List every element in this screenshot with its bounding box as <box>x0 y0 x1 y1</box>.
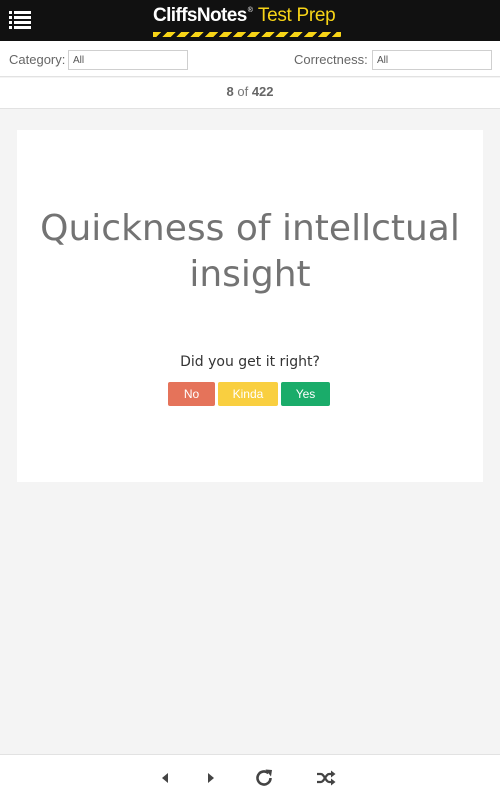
counter-total: 422 <box>251 84 274 99</box>
bottom-toolbar <box>0 754 500 800</box>
counter-current: 8 <box>226 84 234 99</box>
flashcard-term: Quickness of intellctual insight <box>40 208 460 295</box>
previous-icon[interactable] <box>154 766 178 790</box>
filter-bar: Category: All Correctness: All <box>0 41 500 77</box>
counter-of: of <box>237 84 249 99</box>
brand-stripe <box>153 32 341 37</box>
refresh-icon[interactable] <box>252 766 276 790</box>
card-counter: 8 of 422 <box>0 78 500 109</box>
brand-name: CliffsNotes <box>153 5 247 26</box>
kinda-button[interactable]: Kinda <box>218 382 278 406</box>
category-select[interactable]: All <box>68 50 188 70</box>
no-button[interactable]: No <box>168 382 215 406</box>
flashcard[interactable]: Quickness of intellctual insight Did you… <box>17 130 483 482</box>
next-icon[interactable] <box>198 766 222 790</box>
correctness-select[interactable]: All <box>372 50 492 70</box>
yes-button[interactable]: Yes <box>281 382 330 406</box>
hamburger-menu-icon[interactable] <box>9 10 31 30</box>
brand-logo: CliffsNotes ® Test Prep <box>153 5 341 37</box>
self-assessment-question: Did you get it right? <box>180 354 320 370</box>
top-bar: CliffsNotes ® Test Prep <box>0 0 500 41</box>
brand-subtitle: Test Prep <box>257 5 336 26</box>
category-label: Category: <box>9 52 66 67</box>
shuffle-icon[interactable] <box>314 766 338 790</box>
correctness-label: Correctness: <box>294 52 368 67</box>
registered-mark: ® <box>247 7 253 14</box>
